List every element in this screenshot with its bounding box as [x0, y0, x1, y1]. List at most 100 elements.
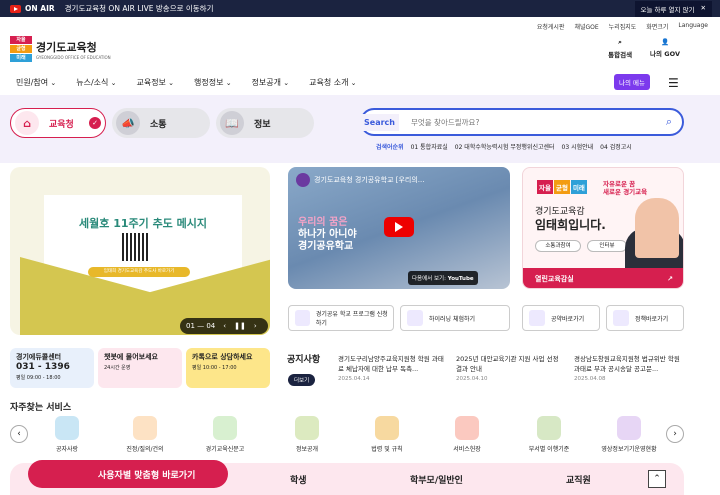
service-label: 공자사랑: [55, 446, 79, 453]
services-prev-icon[interactable]: ‹: [10, 425, 28, 443]
pledge-link[interactable]: 공약바로가기: [522, 305, 600, 331]
pill-info[interactable]: 📖 정보: [216, 108, 314, 138]
nav-item-education[interactable]: 교육정보: [136, 77, 174, 88]
service-icon: [213, 416, 237, 440]
tab-staff[interactable]: 교직원: [566, 473, 591, 486]
language-select[interactable]: Language: [678, 22, 708, 31]
onair-message[interactable]: 경기도교육청 ON AIR LIVE 방송으로 이동하기: [65, 3, 214, 14]
watch-on-youtube[interactable]: 다음에서 보기: YouTube: [408, 271, 478, 285]
video-title[interactable]: 경기도교육청 경기공유학교 [우리의...: [314, 175, 424, 185]
slogan-line: 새로운 경기교육: [603, 188, 648, 196]
service-item[interactable]: 법령 및 규칙: [352, 416, 422, 453]
my-menu-button[interactable]: 나의 메뉴: [614, 74, 650, 90]
notice-date: 2025.04.10: [456, 376, 488, 382]
logo-badge-1: 자율: [10, 36, 32, 44]
close-icon[interactable]: ✕: [701, 4, 706, 14]
video-line: 하나가 아니야: [298, 229, 357, 240]
close-today-link[interactable]: 오늘 하루 열지 않기: [641, 4, 695, 14]
chatbot-card[interactable]: 챗봇에 물어보세요 24시간 운영: [98, 348, 182, 388]
user-icon: 👤: [660, 38, 670, 46]
util-link-channel[interactable]: 채널GOE: [574, 22, 598, 31]
service-label: 부서별 이행기준: [528, 446, 570, 453]
search-submit-icon[interactable]: ⌕: [666, 115, 672, 129]
watch-label: 다음에서 보기:: [412, 276, 446, 282]
sup-badge: 자율: [537, 180, 553, 194]
notice-date: 2025.04.08: [574, 376, 606, 382]
util-link-request[interactable]: 요청게시판: [537, 22, 565, 31]
play-button[interactable]: [384, 217, 414, 237]
open-office-bar[interactable]: 열린교육감실 ↗: [523, 268, 683, 288]
service-icon: [133, 416, 157, 440]
onair-bar[interactable]: ON AIR 경기도교육청 ON AIR LIVE 방송으로 이동하기 오늘 하…: [0, 0, 720, 17]
util-link-zoom[interactable]: 화면크기: [646, 22, 668, 31]
keyword-item[interactable]: 04 검정고시: [600, 142, 632, 151]
notice-item[interactable]: 2025년 대안교육기관 지원 사업 선정 결과 안내 2025.04.10: [456, 354, 566, 384]
hi-learning-link[interactable]: 하이러닝 체험하기: [400, 305, 510, 331]
service-icon: [375, 416, 399, 440]
service-label: 경기교육신문고: [205, 446, 245, 453]
keyword-item[interactable]: 03 시험안내: [562, 142, 594, 151]
util-link-sitemap[interactable]: 누리집지도: [609, 22, 637, 31]
service-label: 진정/질의/건의: [126, 446, 164, 453]
quick-sub: 24시간 운영: [104, 365, 131, 371]
pill-communication[interactable]: 📣 소통: [112, 108, 210, 138]
sup-name: 임태희입니다.: [535, 218, 606, 232]
hamburger-icon[interactable]: ☰: [668, 76, 679, 90]
policy-link[interactable]: 정책바로가기: [606, 305, 684, 331]
total-search-button[interactable]: ⌕ 통합검색: [608, 38, 632, 59]
on-air-label: ON AIR: [25, 4, 55, 13]
keyword-item[interactable]: 02 대학수학능력시험 무정행위신고센터: [455, 142, 555, 151]
service-item[interactable]: 영상정보기기운영현황: [594, 416, 664, 453]
nav-item-disclosure[interactable]: 정보공개: [252, 77, 290, 88]
search-box[interactable]: Search 무엇을 찾아드릴까요? ⌕: [360, 108, 684, 136]
search-label: Search: [360, 113, 399, 131]
header-icons: ⌕ 통합검색 👤 나의 GOV: [608, 38, 680, 59]
services-next-icon[interactable]: ›: [666, 425, 684, 443]
nav-item-admin[interactable]: 행정정보: [194, 77, 232, 88]
callcenter-number: 031 - 1396: [16, 362, 70, 372]
favorite-services-title: 자주찾는 서비스: [10, 403, 72, 413]
service-item[interactable]: 진정/질의/건의: [110, 416, 180, 453]
nav-item-civil[interactable]: 민원/참여: [16, 77, 56, 88]
next-icon[interactable]: ›: [254, 322, 257, 330]
keyword-ranking-title: 검색어순위: [376, 144, 404, 151]
tab-student[interactable]: 학생: [290, 473, 307, 486]
prev-icon[interactable]: ‹: [223, 322, 226, 330]
notice-date: 2025.04.14: [338, 376, 370, 382]
youtube-label: YouTube: [447, 276, 474, 282]
service-item[interactable]: 공자사랑: [32, 416, 102, 453]
scroll-top-icon[interactable]: ⌃: [648, 470, 666, 488]
tab-parent[interactable]: 학부모/일반인: [410, 473, 463, 486]
interview-button[interactable]: 인터뷰: [587, 240, 627, 252]
notice-more-button[interactable]: 더보기: [288, 374, 316, 386]
book-icon: 📖: [220, 111, 244, 135]
callcenter-card[interactable]: 경기에듀콜센터 031 - 1396 평일 09:00 - 18:00: [10, 348, 94, 388]
video-player[interactable]: 경기도교육청 경기공유학교 [우리의... 우리의 꿈은 하나가 아니야 경기공유학…: [288, 167, 510, 289]
service-icon: [617, 416, 641, 440]
pause-icon[interactable]: ❚❚: [234, 322, 246, 330]
share-school-link[interactable]: 경기공유 학교 프로그램 신청하기: [288, 305, 394, 331]
service-item[interactable]: 정보공개: [272, 416, 342, 453]
search-input[interactable]: 무엇을 찾아드릴까요?: [411, 117, 479, 128]
service-item[interactable]: 부서별 이행기준: [514, 416, 584, 453]
my-gov-button[interactable]: 👤 나의 GOV: [650, 38, 680, 59]
pill-office[interactable]: ⌂ 교육청 ✓: [10, 108, 106, 138]
service-item[interactable]: 서비스헌장: [432, 416, 502, 453]
link-label: 경기공유 학교 프로그램 신청하기: [315, 311, 388, 327]
nav-item-news[interactable]: 뉴스/소식: [76, 77, 116, 88]
communication-button[interactable]: 소통과참여: [535, 240, 581, 252]
notice-item[interactable]: 경기도구리남양주교육지원청 학원 과태료 체납자에 대한 납부 독촉... 202…: [338, 354, 448, 384]
nav-item-about[interactable]: 교육청 소개: [309, 77, 356, 88]
superintendent-card[interactable]: 자율 균형 미래 자유로운 꿈 새로운 경기교육 경기도교육감 임태희입니다. 소통과…: [522, 167, 684, 289]
service-item[interactable]: 경기교육신문고: [190, 416, 260, 453]
main-banner[interactable]: 세월호 11주기 추도 메시지 임태희 경기도교육감 추도사 바로가기: [10, 167, 270, 335]
keyword-item[interactable]: 01 통합자료실: [411, 142, 448, 151]
custom-shortcut-button[interactable]: 사용자별 맞춤형 바로가기: [28, 460, 228, 488]
logo-badge-2: 균형: [10, 45, 32, 53]
quick-title: 챗봇에 물어보세요: [104, 353, 158, 361]
site-logo[interactable]: 자율 균형 미래 경기도교육청 GYEONGGIDO OFFICE OF EDU…: [10, 36, 111, 62]
notice-item[interactable]: 경상남도창원교육지원청 법규위반 학원 과태료 부과 공시송달 공고문... 20…: [574, 354, 684, 384]
policy-icon: [613, 310, 629, 326]
kakao-card[interactable]: 카톡으로 상담하세요 평일 10:00 - 17:00: [186, 348, 270, 388]
banner-link-button[interactable]: 임태희 경기도교육감 추도사 바로가기: [88, 267, 190, 277]
